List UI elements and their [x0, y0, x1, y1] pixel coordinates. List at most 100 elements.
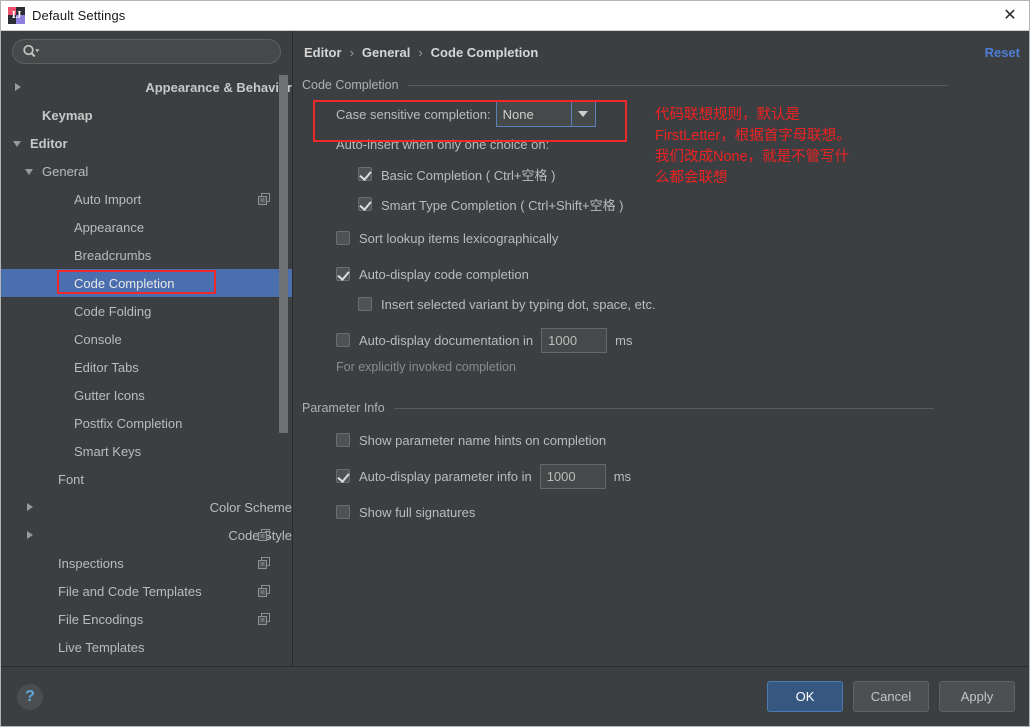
auto-insert-label: Auto-insert when only one choice on: — [336, 137, 549, 152]
insert-selected-variant-checkbox[interactable] — [358, 297, 372, 311]
sidebar-item-label: File and Code Templates — [58, 584, 202, 599]
auto-display-parameter-info-checkbox[interactable] — [336, 469, 350, 483]
insert-selected-variant-row[interactable]: Insert selected variant by typing dot, s… — [302, 289, 1029, 319]
cancel-button[interactable]: Cancel — [853, 681, 929, 712]
auto-display-code-completion-row[interactable]: Auto-display code completion — [302, 259, 1029, 289]
search-input[interactable] — [40, 40, 280, 63]
sidebar-item-postfix-completion[interactable]: Postfix Completion — [1, 409, 292, 437]
show-full-signatures-label: Show full signatures — [359, 505, 475, 520]
sidebar-item-label: Postfix Completion — [74, 416, 182, 431]
sidebar-item-gutter-icons[interactable]: Gutter Icons — [1, 381, 292, 409]
parameter-info-label-text: Parameter Info — [302, 401, 385, 415]
parameter-info-separator-line — [394, 408, 934, 409]
sidebar-item-label: Live Templates — [58, 640, 144, 655]
breadcrumb-code-completion: Code Completion — [431, 45, 539, 60]
breadcrumb-separator-1: › — [350, 45, 354, 60]
chevron-right-icon[interactable] — [25, 502, 204, 513]
dialog-footer: ? OK Cancel Apply — [1, 666, 1029, 726]
intellij-logo-icon: IJ — [8, 7, 25, 24]
sidebar-item-inspections[interactable]: Inspections — [1, 549, 292, 577]
copy-icon[interactable] — [258, 193, 270, 205]
sidebar-item-live-templates[interactable]: Live Templates — [1, 633, 292, 661]
sidebar-item-color-scheme[interactable]: Color Scheme — [1, 493, 292, 521]
show-full-signatures-checkbox[interactable] — [336, 505, 350, 519]
parameter-info-group: Parameter Info Show parameter name hints… — [302, 401, 1029, 527]
sidebar-item-label: Smart Keys — [74, 444, 141, 459]
show-full-signatures-row[interactable]: Show full signatures — [302, 497, 1029, 527]
sidebar-item-editor[interactable]: Editor — [1, 129, 292, 157]
code-completion-group-label: Code Completion — [302, 78, 1029, 92]
smart-type-completion-row[interactable]: Smart Type Completion ( Ctrl+Shift+空格 ) — [302, 189, 1029, 219]
chevron-down-icon — [571, 102, 595, 126]
breadcrumb-editor[interactable]: Editor — [304, 45, 342, 60]
sidebar-item-appearance-behavior[interactable]: Appearance & Behavior — [1, 73, 292, 101]
breadcrumb-general[interactable]: General — [362, 45, 410, 60]
copy-icon[interactable] — [258, 613, 270, 625]
auto-display-parameter-info-delay-input[interactable] — [540, 464, 606, 489]
tree-spacer — [41, 614, 52, 625]
auto-display-documentation-checkbox[interactable] — [336, 333, 350, 347]
dialog-body: Appearance & Behavior Keymap Editor General… — [1, 31, 1029, 666]
sidebar-item-code-folding[interactable]: Code Folding — [1, 297, 292, 325]
sidebar-item-font[interactable]: Font — [1, 465, 292, 493]
basic-completion-label: Basic Completion ( Ctrl+空格 ) — [381, 165, 555, 184]
auto-display-documentation-row[interactable]: Auto-display documentation in ms — [302, 325, 1029, 355]
sidebar-item-keymap[interactable]: Keymap — [1, 101, 292, 129]
tree-spacer — [57, 446, 68, 457]
sidebar-scrollbar-thumb[interactable] — [279, 75, 288, 433]
sidebar-item-label: File Encodings — [58, 612, 143, 627]
sidebar-item-console[interactable]: Console — [1, 325, 292, 353]
auto-display-documentation-delay-input[interactable] — [541, 328, 607, 353]
chevron-right-icon[interactable] — [13, 82, 139, 93]
tree-spacer — [25, 110, 36, 121]
chevron-down-icon[interactable] — [25, 166, 36, 177]
auto-display-documentation-label: Auto-display documentation in — [359, 333, 533, 348]
tree-spacer — [57, 362, 68, 373]
copy-icon[interactable] — [258, 585, 270, 597]
basic-completion-checkbox[interactable] — [358, 167, 372, 181]
search-box[interactable] — [12, 39, 281, 64]
chevron-down-icon[interactable] — [13, 138, 24, 149]
auto-display-code-completion-checkbox[interactable] — [336, 267, 350, 281]
sidebar-item-general[interactable]: General — [1, 157, 292, 185]
sidebar-item-breadcrumbs[interactable]: Breadcrumbs — [1, 241, 292, 269]
reset-link[interactable]: Reset — [985, 45, 1020, 60]
sidebar-item-code-style[interactable]: Code Style — [1, 521, 292, 549]
sidebar-item-label: Inspections — [58, 556, 124, 571]
chevron-right-icon[interactable] — [25, 530, 222, 541]
auto-display-parameter-info-label: Auto-display parameter info in — [359, 469, 532, 484]
tree-spacer — [41, 642, 52, 653]
ok-button[interactable]: OK — [767, 681, 843, 712]
tree-spacer — [57, 222, 68, 233]
tree-spacer — [41, 558, 52, 569]
sort-lookup-row[interactable]: Sort lookup items lexicographically — [302, 223, 1029, 253]
basic-completion-row[interactable]: Basic Completion ( Ctrl+空格 ) — [302, 159, 1029, 189]
sidebar-item-appearance[interactable]: Appearance — [1, 213, 292, 241]
sidebar-item-label: Color Scheme — [210, 500, 292, 515]
copy-icon[interactable] — [258, 529, 270, 541]
sidebar-item-label: Keymap — [42, 108, 93, 123]
copy-icon[interactable] — [258, 557, 270, 569]
case-sensitive-completion-select[interactable]: None — [496, 101, 596, 127]
show-parameter-hints-checkbox[interactable] — [336, 433, 350, 447]
auto-display-parameter-info-unit: ms — [614, 469, 631, 484]
sidebar-item-label: Editor — [30, 136, 68, 151]
sidebar-item-auto-import[interactable]: Auto Import — [1, 185, 292, 213]
help-button[interactable]: ? — [17, 684, 43, 710]
apply-button[interactable]: Apply — [939, 681, 1015, 712]
auto-display-parameter-info-row[interactable]: Auto-display parameter info in ms — [302, 461, 1029, 491]
show-parameter-hints-row[interactable]: Show parameter name hints on completion — [302, 425, 1029, 455]
sidebar-item-editor-tabs[interactable]: Editor Tabs — [1, 353, 292, 381]
sidebar-item-file-and-code-templates[interactable]: File and Code Templates — [1, 577, 292, 605]
window-title: Default Settings — [32, 8, 125, 23]
sort-lookup-checkbox[interactable] — [336, 231, 350, 245]
explicit-completion-hint: For explicitly invoked completion — [302, 355, 1029, 379]
sidebar-item-file-encodings[interactable]: File Encodings — [1, 605, 292, 633]
sidebar-item-code-completion[interactable]: Code Completion — [1, 269, 292, 297]
insert-selected-variant-label: Insert selected variant by typing dot, s… — [381, 297, 656, 312]
sidebar-item-smart-keys[interactable]: Smart Keys — [1, 437, 292, 465]
smart-type-completion-checkbox[interactable] — [358, 197, 372, 211]
code-completion-group-body: Case sensitive completion: None Auto-ins… — [302, 92, 1029, 379]
close-icon[interactable]: ✕ — [999, 5, 1021, 27]
sidebar-item-label: Breadcrumbs — [74, 248, 151, 263]
